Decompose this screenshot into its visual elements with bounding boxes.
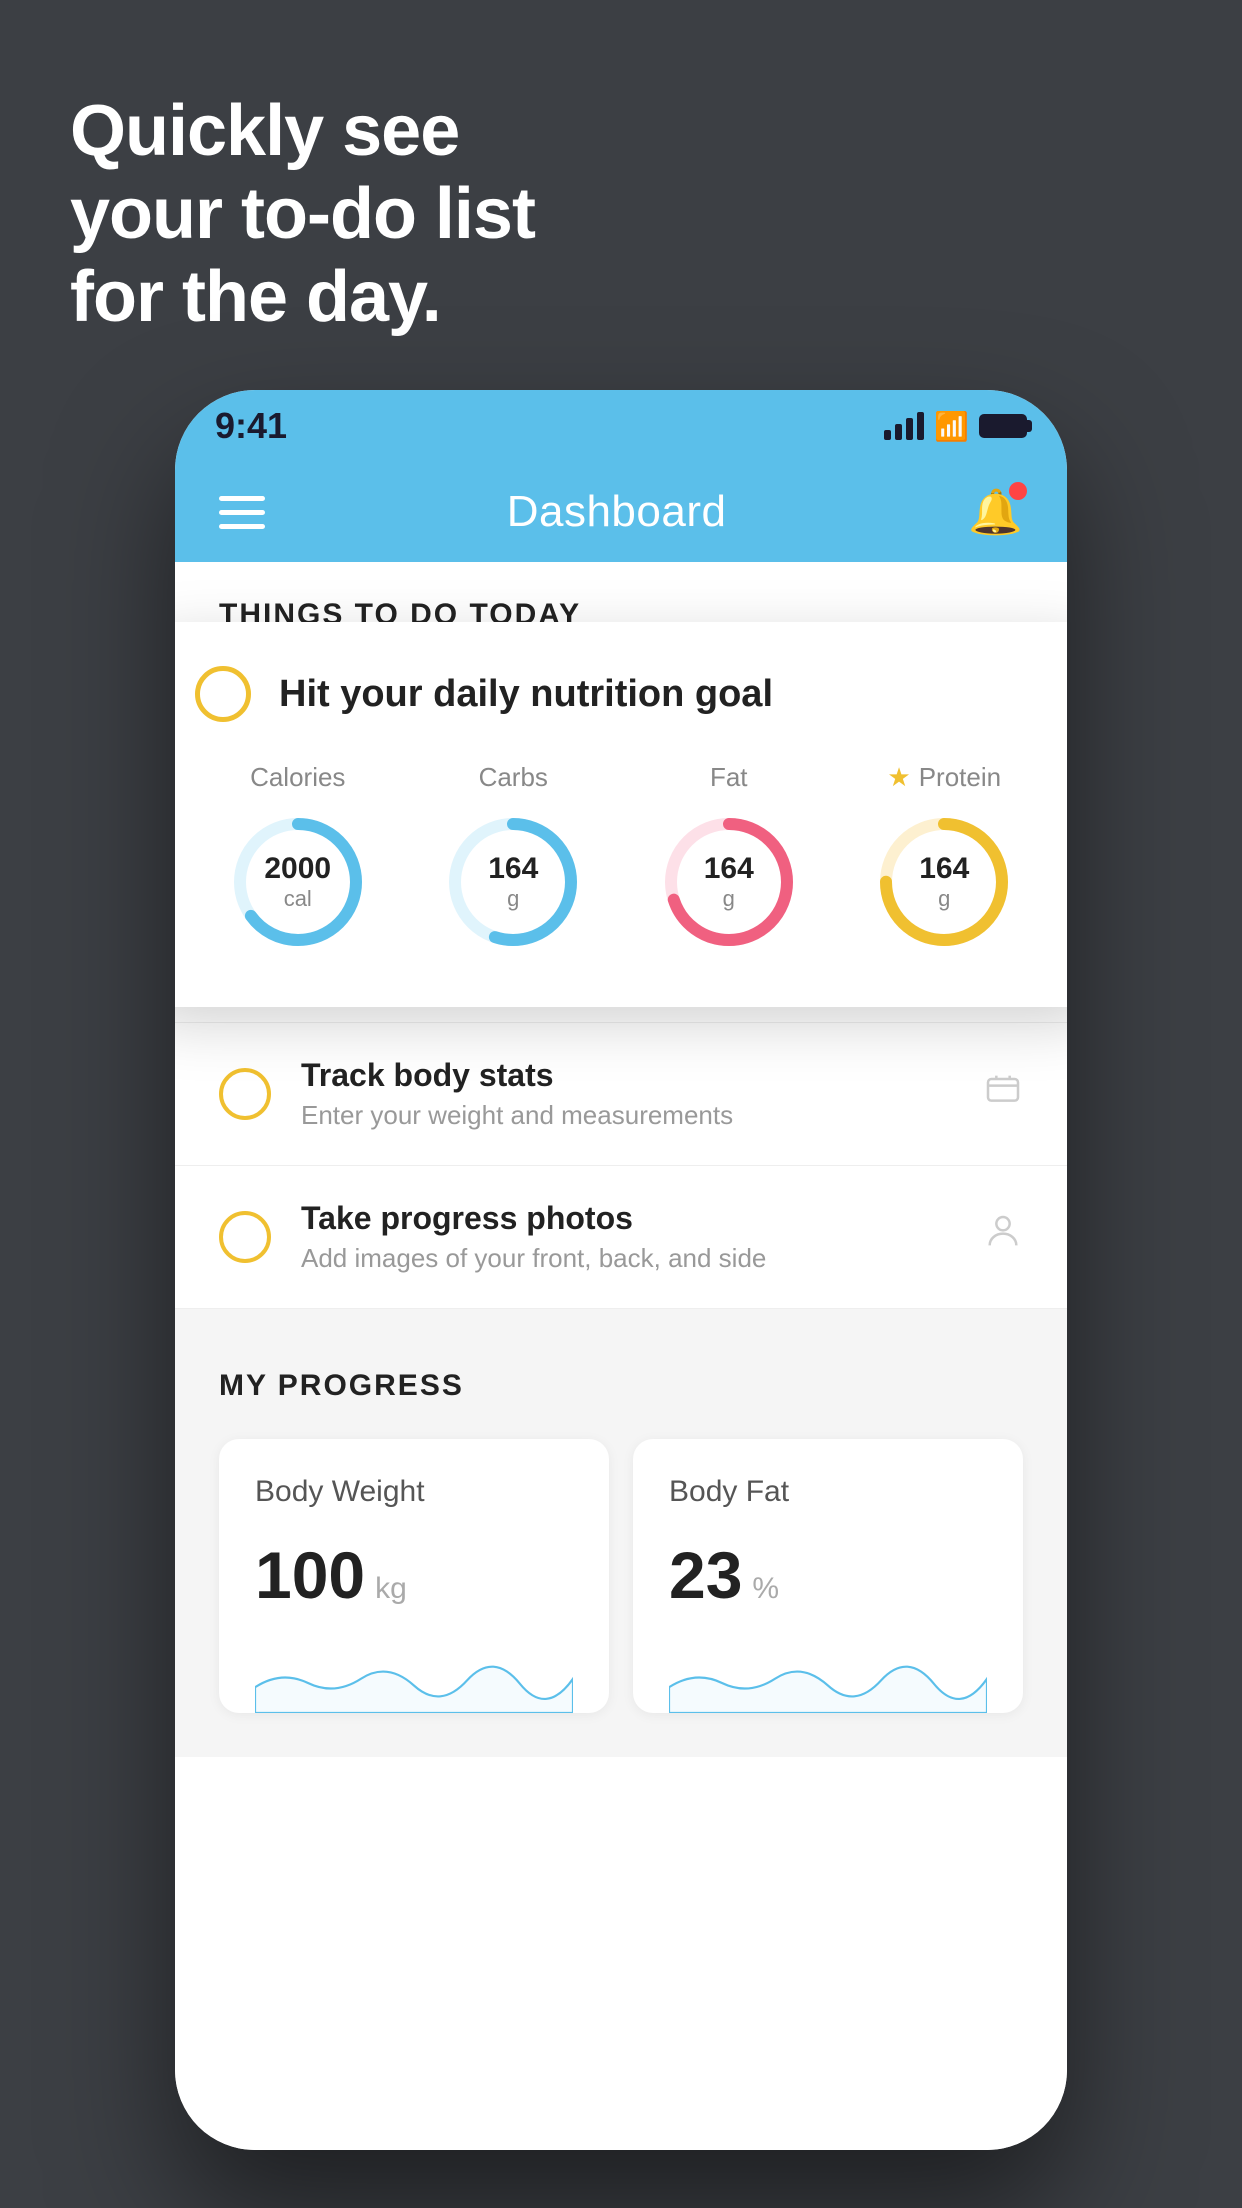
status-time: 9:41 bbox=[215, 405, 287, 447]
phone-mockup: 9:41 📶 Dashboard 🔔 THINGS TO D bbox=[175, 390, 1067, 2150]
bell-notification-dot bbox=[1009, 482, 1027, 500]
status-icons: 📶 bbox=[884, 410, 1027, 443]
donut-unit: cal bbox=[264, 886, 331, 912]
progress-card[interactable]: Body Weight 100 kg bbox=[219, 1439, 609, 1713]
progress-section: MY PROGRESS Body Weight 100 kg Body Fat … bbox=[175, 1309, 1067, 1757]
todo-item[interactable]: Take progress photos Add images of your … bbox=[175, 1166, 1067, 1309]
progress-cards: Body Weight 100 kg Body Fat 23 % bbox=[219, 1439, 1023, 1713]
mini-chart bbox=[255, 1653, 573, 1713]
wifi-icon: 📶 bbox=[934, 410, 969, 443]
todo-text: Track body stats Enter your weight and m… bbox=[301, 1057, 953, 1131]
nutrition-item-calories: Calories 2000 cal bbox=[223, 762, 373, 957]
donut-value: 164 bbox=[919, 852, 969, 886]
donut-chart: 2000 cal bbox=[223, 807, 373, 957]
nav-title: Dashboard bbox=[507, 487, 727, 537]
nutrition-label: Fat bbox=[710, 762, 748, 793]
donut-value: 164 bbox=[488, 852, 538, 886]
progress-value: 23 bbox=[669, 1537, 742, 1613]
progress-card-title: Body Weight bbox=[255, 1475, 573, 1509]
hamburger-menu[interactable] bbox=[219, 496, 265, 529]
todo-text: Take progress photos Add images of your … bbox=[301, 1200, 953, 1274]
todo-item[interactable]: Track body stats Enter your weight and m… bbox=[175, 1023, 1067, 1166]
todo-item-icon bbox=[983, 1069, 1023, 1119]
donut-value: 2000 bbox=[264, 852, 331, 886]
progress-unit: kg bbox=[375, 1572, 407, 1606]
progress-unit: % bbox=[752, 1572, 779, 1606]
nutrition-label: Carbs bbox=[479, 762, 548, 793]
progress-card[interactable]: Body Fat 23 % bbox=[633, 1439, 1023, 1713]
signal-icon bbox=[884, 412, 924, 440]
todo-circle bbox=[219, 1211, 271, 1263]
todo-sub-label: Add images of your front, back, and side bbox=[301, 1243, 953, 1274]
nutrition-card: Hit your daily nutrition goal Calories 2… bbox=[175, 622, 1067, 1007]
todo-item-icon bbox=[983, 1212, 1023, 1262]
donut-chart: 164 g bbox=[438, 807, 588, 957]
status-bar: 9:41 📶 bbox=[175, 390, 1067, 462]
headline-line2: your to-do list bbox=[70, 173, 535, 256]
donut-value: 164 bbox=[704, 852, 754, 886]
headline-text: Quickly see your to-do list for the day. bbox=[70, 90, 535, 338]
donut-unit: g bbox=[704, 886, 754, 912]
donut-unit: g bbox=[919, 886, 969, 912]
todo-main-label: Take progress photos bbox=[301, 1200, 953, 1237]
headline-line3: for the day. bbox=[70, 256, 535, 339]
donut-chart: 164 g bbox=[654, 807, 804, 957]
bell-icon[interactable]: 🔔 bbox=[968, 486, 1023, 538]
nutrition-label: Protein bbox=[919, 762, 1001, 793]
nutrition-item-fat: Fat 164 g bbox=[654, 762, 804, 957]
nav-bar: Dashboard 🔔 bbox=[175, 462, 1067, 562]
card-title: Hit your daily nutrition goal bbox=[279, 673, 773, 716]
nutrition-label: Calories bbox=[250, 762, 345, 793]
progress-title: MY PROGRESS bbox=[219, 1369, 1023, 1403]
todo-circle bbox=[219, 1068, 271, 1120]
nutrition-item-protein: ★Protein 164 g bbox=[869, 762, 1019, 957]
todo-main-label: Track body stats bbox=[301, 1057, 953, 1094]
progress-card-title: Body Fat bbox=[669, 1475, 987, 1509]
nutrition-item-carbs: Carbs 164 g bbox=[438, 762, 588, 957]
mini-chart bbox=[669, 1653, 987, 1713]
todo-sub-label: Enter your weight and measurements bbox=[301, 1100, 953, 1131]
task-check-circle[interactable] bbox=[195, 666, 251, 722]
battery-icon bbox=[979, 414, 1027, 438]
card-header: Hit your daily nutrition goal bbox=[195, 666, 1047, 722]
headline-line1: Quickly see bbox=[70, 90, 535, 173]
progress-value: 100 bbox=[255, 1537, 365, 1613]
nutrition-row: Calories 2000 cal Carbs 164 g Fat bbox=[195, 762, 1047, 957]
donut-unit: g bbox=[488, 886, 538, 912]
donut-chart: 164 g bbox=[869, 807, 1019, 957]
